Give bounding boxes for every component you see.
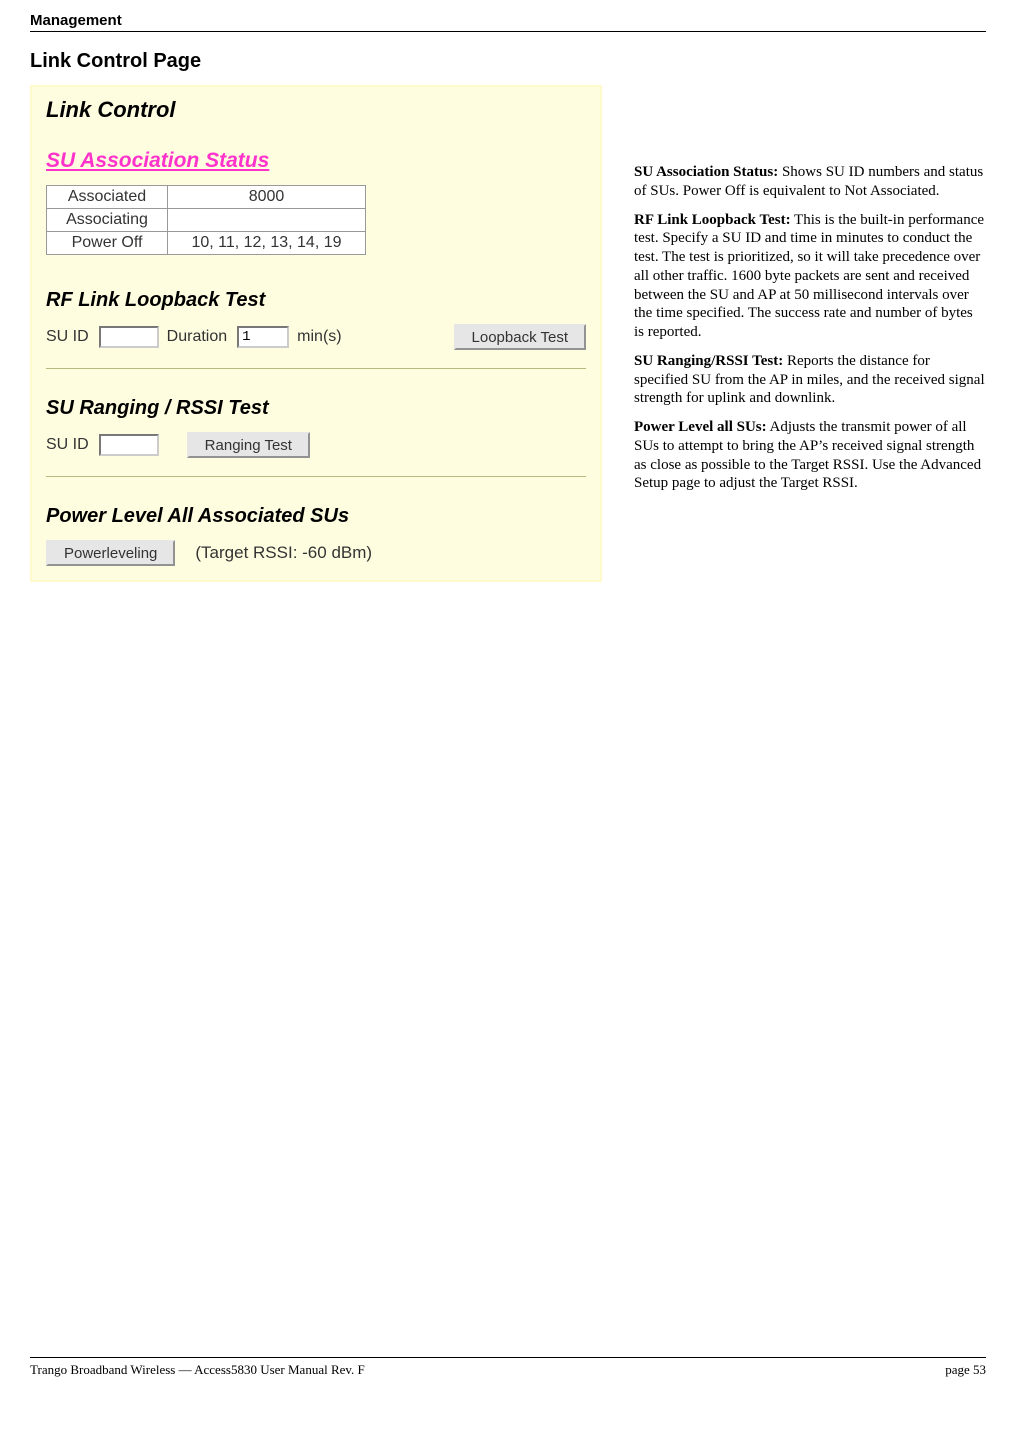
panel-title: Link Control [32,87,600,149]
page-footer: Trango Broadband Wireless — Access5830 U… [30,1357,986,1378]
loopback-test-button[interactable]: Loopback Test [454,324,586,350]
desc-power: Power Level all SUs: Adjusts the transmi… [634,418,986,493]
desc-power-label: Power Level all SUs: [634,419,767,435]
desc-ranging: SU Ranging/RSSI Test: Reports the distan… [634,352,986,408]
ranging-suid-label: SU ID [46,436,89,454]
assoc-row-value: 10, 11, 12, 13, 14, 19 [168,232,366,255]
footer-left: Trango Broadband Wireless — Access5830 U… [30,1362,365,1378]
loopback-suid-input[interactable] [99,326,159,348]
page-header: Management [30,12,986,32]
assoc-row-label: Associating [47,209,168,232]
power-level-heading: Power Level All Associated SUs [32,505,600,540]
divider [46,476,586,477]
link-control-screenshot: Link Control SU Association Status Assoc… [30,85,602,582]
assoc-row-value [168,209,366,232]
table-row: Associating [47,209,366,232]
assoc-status-table: Associated 8000 Associating Power Off 10… [46,185,366,255]
assoc-row-label: Associated [47,186,168,209]
assoc-row-value: 8000 [168,186,366,209]
table-row: Power Off 10, 11, 12, 13, 14, 19 [47,232,366,255]
su-ranging-heading: SU Ranging / RSSI Test [32,397,600,432]
desc-loopback: RF Link Loopback Test: This is the built… [634,211,986,342]
ranging-test-button[interactable]: Ranging Test [187,432,310,458]
loopback-duration-label: Duration [167,328,227,346]
desc-loopback-label: RF Link Loopback Test: [634,212,791,228]
loopback-duration-unit: min(s) [297,328,341,346]
rf-loopback-heading: RF Link Loopback Test [32,289,600,324]
assoc-row-label: Power Off [47,232,168,255]
divider [46,368,586,369]
footer-right: page 53 [945,1362,986,1378]
powerleveling-button[interactable]: Powerleveling [46,540,175,566]
desc-assoc: SU Association Status: Shows SU ID numbe… [634,163,986,201]
desc-loopback-text: This is the built-in performance test. S… [634,212,984,341]
su-assoc-status-heading: SU Association Status [32,149,600,185]
loopback-suid-label: SU ID [46,328,89,346]
desc-ranging-label: SU Ranging/RSSI Test: [634,353,783,369]
target-rssi-note: (Target RSSI: -60 dBm) [195,543,372,563]
description-column: SU Association Status: Shows SU ID numbe… [606,85,986,503]
desc-assoc-label: SU Association Status: [634,164,778,180]
table-row: Associated 8000 [47,186,366,209]
loopback-duration-input[interactable] [237,326,289,348]
ranging-suid-input[interactable] [99,434,159,456]
section-title: Link Control Page [30,50,986,73]
